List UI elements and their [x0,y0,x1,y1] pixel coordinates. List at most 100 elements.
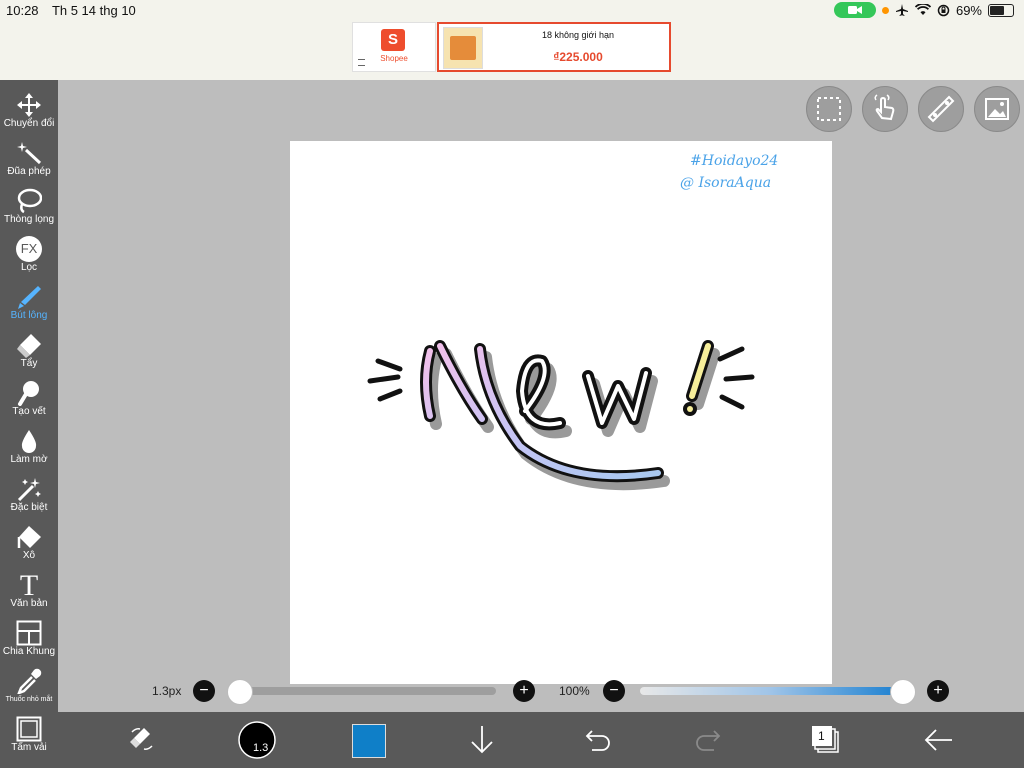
tool-label: Làm mờ [10,454,48,465]
tool-label: Bút lông [10,310,48,321]
opacity-value: 100% [559,684,590,698]
smudge-icon [18,381,39,406]
tool-label: Văn bản [10,598,48,609]
tool-filter[interactable]: FX Lọc [0,234,58,282]
brush-preview-button[interactable]: 1.3 [237,720,277,760]
shopee-label: Shopee [380,54,408,63]
ruler-icon [927,95,955,123]
bucket-icon [17,526,41,548]
opacity-increase-button[interactable]: + [927,680,949,702]
airplane-icon [895,4,908,16]
save-download-button[interactable] [462,720,502,760]
brush-size-value: 1.3px [152,684,182,698]
brush-size-decrease-button[interactable]: − [193,680,215,702]
status-time: 10:28 [6,3,39,18]
tool-label: Chuyển đổi [3,118,55,129]
tool-label: Xô [22,550,36,561]
tool-frame-divider[interactable]: Chia Khung [0,618,58,666]
fx-filter-icon: FX [16,236,42,262]
tool-label: Tấm vải [11,742,47,753]
tool-lasso[interactable]: Thòng lọng [0,186,58,234]
layer-count: 1 [818,729,825,743]
status-date: Th 5 14 thg 10 [51,3,136,18]
opacity-knob[interactable] [890,679,916,705]
lasso-icon [17,188,42,214]
shopee-bag-icon: S [381,29,405,51]
tool-label: Thòng lọng [3,214,55,225]
brush-preview-value: 1.3 [253,742,269,754]
opacity-decrease-button[interactable]: − [603,680,625,702]
tool-transform[interactable]: Chuyển đổi [0,90,58,138]
move-icon [17,93,41,117]
swap-tools-icon [130,728,153,750]
tool-magic-wand[interactable]: Đũa phép [0,138,58,186]
image-button[interactable] [974,86,1020,132]
frame-divider-icon [16,620,42,646]
orientation-lock-icon [937,4,950,16]
ad-product-card[interactable]: 18 không giới hạn ₫225.000 [437,22,671,72]
blur-drop-icon [21,430,37,453]
selection-button[interactable] [806,86,852,132]
tool-smudge[interactable]: Tạo vết [0,378,58,426]
tool-special[interactable]: Đặc biệt [0,474,58,522]
swap-brush-eraser-button[interactable] [122,720,162,760]
tool-label: Tẩy [20,358,38,369]
opacity-slider[interactable] [640,687,902,695]
layers-button[interactable]: 1 [804,720,844,760]
slider-bar: 1.3px − + 100% − + [58,676,1024,712]
wifi-icon [914,4,931,15]
tool-bucket[interactable]: Xô [0,522,58,570]
selection-icon [817,97,841,121]
tool-canvas[interactable]: Tấm vải [0,714,58,762]
brush-icon [18,286,41,309]
mic-indicator-icon [881,6,889,14]
tool-eyedropper[interactable]: Thuốc nhỏ mắt [0,666,58,714]
watermark-line1: #Hoidayo24 [690,153,778,169]
brush-size-increase-button[interactable]: + [513,680,535,702]
tool-label: Đũa phép [7,166,51,177]
tool-blur[interactable]: Làm mờ [0,426,58,474]
canvas-artwork: #Hoidayo24 @ IsoraAqua [367,153,778,491]
image-icon [985,98,1009,120]
product-thumbnail [443,27,483,69]
tool-label: Đặc biệt [10,502,48,513]
drawing-canvas[interactable]: #Hoidayo24 @ IsoraAqua [290,141,832,684]
artwork-new-lettering [367,340,755,491]
tool-eraser[interactable]: Tẩy [0,330,58,378]
undo-button[interactable] [576,720,616,760]
gesture-button[interactable] [862,86,908,132]
eyedropper-icon [17,668,42,694]
battery-icon [988,3,1014,17]
tool-brush[interactable]: Bút lông [0,282,58,330]
tool-sidebar: Chuyển đổi Đũa phép Thòng lọng FX Lọc Bú… [0,80,58,768]
back-button[interactable] [918,720,958,760]
battery-percent: 69% [955,2,982,18]
arrow-down-icon [471,726,493,754]
brush-preview-icon [238,721,276,759]
color-swatch-button[interactable] [352,724,386,758]
eraser-icon [17,334,41,358]
tool-label: Lọc [20,262,38,273]
magic-wand-icon [17,142,42,165]
watermark-line2: @ IsoraAqua [680,175,771,191]
shopee-ad-logo[interactable]: S Shopee [352,22,436,72]
tool-text[interactable]: T Văn bản [0,570,58,618]
tool-label: Thuốc nhỏ mắt [5,696,53,703]
redo-button[interactable] [690,720,730,760]
brush-size-knob[interactable] [227,679,254,705]
ad-product-title: 18 không giới hạn [542,30,614,40]
sparkle-icon [17,478,41,502]
camera-indicator-icon [833,2,876,18]
canvas-icon [16,716,42,742]
redo-icon [696,730,721,751]
ruler-button[interactable] [918,86,964,132]
brush-size-slider[interactable] [234,687,496,695]
status-bar: 10:28 Th 5 14 thg 10 69% [0,0,1024,22]
tool-label: Tạo vết [12,406,46,417]
menu-icon [358,59,365,66]
ad-banner: S Shopee 18 không giới hạn ₫225.000 [0,22,1024,80]
ad-product-price: ₫225.000 [553,50,603,64]
tool-label: Chia Khung [2,646,56,657]
arrow-left-icon [924,729,952,751]
text-icon: T [19,569,39,602]
